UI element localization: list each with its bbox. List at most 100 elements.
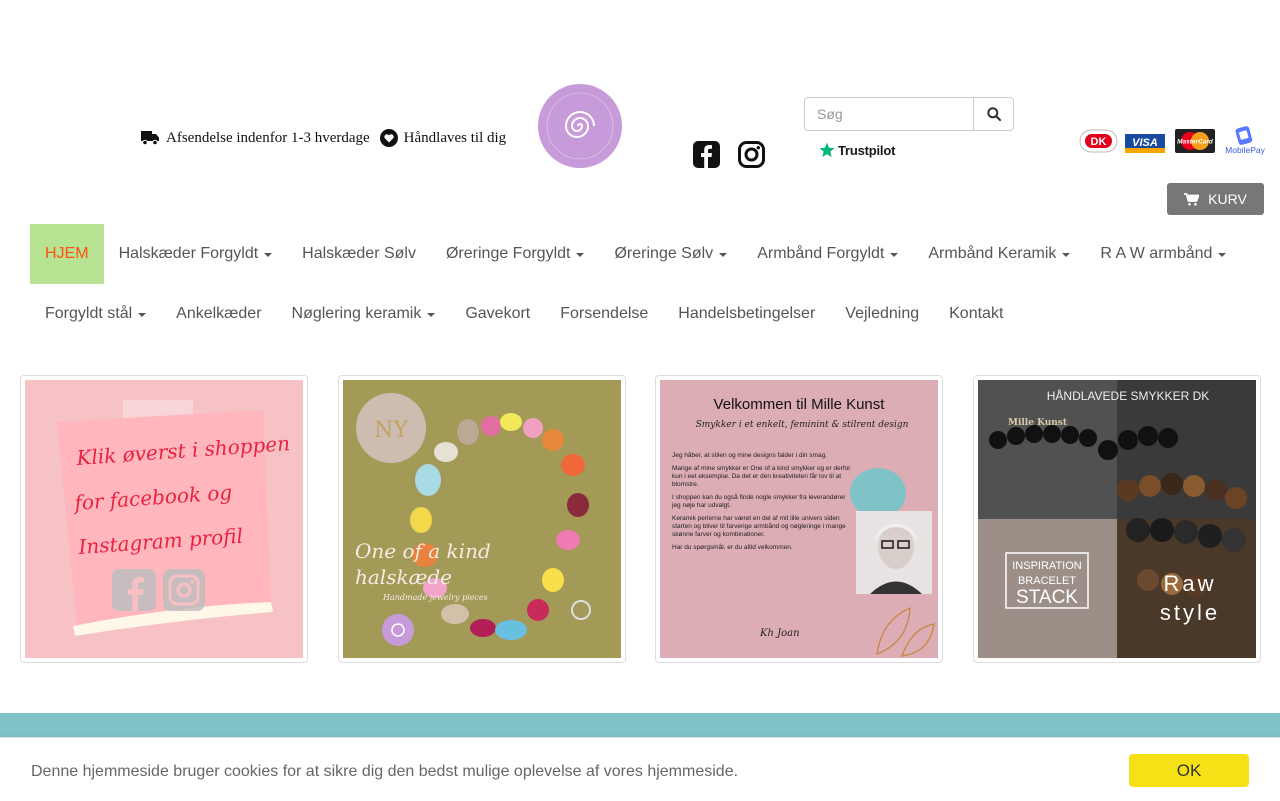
caret-down-icon xyxy=(890,253,899,257)
visa-text: VISA xyxy=(1132,137,1158,149)
dankort-icon: DK xyxy=(1079,129,1118,153)
welcome-title: Velkommen til Mille Kunst xyxy=(713,396,885,413)
facebook-icon[interactable] xyxy=(693,141,720,168)
facebook-icon xyxy=(112,569,156,611)
mastercard-text: MasterCard xyxy=(1177,139,1214,146)
nav-label: Halskæder Sølv xyxy=(302,245,416,262)
payment-methods: DK VISA MasterCard MobilePay xyxy=(1079,126,1271,156)
cookie-banner: Denne hjemmeside bruger cookies for at s… xyxy=(0,737,1280,801)
instagram-icon xyxy=(163,569,205,611)
nav-label: R A W armbånd xyxy=(1100,245,1213,262)
heart-icon xyxy=(379,129,398,147)
nav-label: Forgyldt stål xyxy=(45,305,133,322)
bracelet-photo: INSPIRATION BRACELET STACK Raw style HÅN… xyxy=(978,380,1256,658)
cookie-text: Denne hjemmeside bruger cookies for at s… xyxy=(31,763,739,780)
handmade-text: Håndlaves til dig xyxy=(403,129,507,146)
search-input[interactable] xyxy=(804,97,974,131)
dankort-text: DK xyxy=(1091,136,1107,148)
nav-label: Handelsbetingelser xyxy=(678,305,816,322)
nav-label: Armbånd Keramik xyxy=(928,245,1057,262)
nav-item-gavekort[interactable]: Gavekort xyxy=(450,284,545,344)
tile-image: INSPIRATION BRACELET STACK Raw style HÅN… xyxy=(978,380,1256,658)
nav-item-hjem[interactable]: HJEM xyxy=(30,224,104,284)
welcome-paragraph: I shoppen kan du også finde nogle smykke… xyxy=(672,494,846,509)
mobilepay-text: MobilePay xyxy=(1225,145,1265,155)
inspiration-text: INSPIRATION xyxy=(1012,560,1082,572)
search-button[interactable] xyxy=(974,97,1014,131)
one-of-a-kind-line-2: halskæde xyxy=(355,565,452,589)
promo-tile-welcome[interactable]: Velkommen til Mille Kunst Smykker i et e… xyxy=(655,375,943,663)
welcome-subtitle: Smykker i et enkelt, feminint & stilrent… xyxy=(695,420,909,430)
nav-label: HJEM xyxy=(45,245,89,262)
logo-graphic xyxy=(538,84,622,168)
main-nav-row-1: HJEM Halskæder Forgyldt Halskæder Sølv Ø… xyxy=(30,224,1241,284)
site-logo[interactable] xyxy=(538,84,622,168)
nav-item-forgyldt-stal[interactable]: Forgyldt stål xyxy=(30,284,161,344)
trustpilot-widget[interactable]: Trustpilot xyxy=(819,142,895,158)
nav-item-armband-keramik[interactable]: Armbånd Keramik xyxy=(913,224,1085,284)
nav-item-armband-forgyldt[interactable]: Armbånd Forgyldt xyxy=(742,224,913,284)
nav-label: Armbånd Forgyldt xyxy=(757,245,885,262)
welcome-paragraph: Har du spørgsmål, er du altid velkommen. xyxy=(672,544,793,551)
handmade-info: Håndlaves til dig xyxy=(379,129,507,147)
nav-item-halskaeder-solv[interactable]: Halskæder Sølv xyxy=(287,224,431,284)
nav-item-kontakt[interactable]: Kontakt xyxy=(934,284,1018,344)
cart-label: KURV xyxy=(1208,191,1247,207)
nav-item-oreringe-solv[interactable]: Øreringe Sølv xyxy=(599,224,742,284)
welcome-paragraph: Keramik perlerne har været en del af mit… xyxy=(672,515,846,538)
mastercard-icon: MasterCard xyxy=(1175,129,1215,153)
welcome-paragraph: Mange af mine smykker er One of a kind s… xyxy=(672,465,851,488)
signature: Kh Joan xyxy=(760,628,800,639)
nav-item-halskaeder-forgyldt[interactable]: Halskæder Forgyldt xyxy=(104,224,288,284)
nav-label: Kontakt xyxy=(949,305,1004,322)
nav-label: Vejledning xyxy=(845,305,920,322)
social-promo-image: Klik øverst i shoppen for facebook og In… xyxy=(25,380,303,658)
caret-down-icon xyxy=(1062,253,1071,257)
promo-tile-necklace[interactable]: NY One of a kind halskæde Handmade jewel… xyxy=(338,375,626,663)
one-of-a-kind-line-1: One of a kind xyxy=(355,539,491,563)
welcome-body: Jeg håber, at stilen og mine designs fal… xyxy=(672,452,852,557)
main-nav-row-2: Forgyldt stål Ankelkæder Nøglering keram… xyxy=(30,284,1018,344)
stack-text: STACK xyxy=(1016,587,1078,608)
nav-item-oreringe-forgyldt[interactable]: Øreringe Forgyldt xyxy=(431,224,600,284)
tile-image: Klik øverst i shoppen for facebook og In… xyxy=(25,380,303,658)
mobilepay-icon: MobilePay xyxy=(1225,126,1266,155)
promo-tile-raw-style[interactable]: INSPIRATION BRACELET STACK Raw style HÅN… xyxy=(973,375,1261,663)
handlavede-text: HÅNDLAVEDE SMYKKER DK xyxy=(1047,388,1210,403)
necklace-image: NY One of a kind halskæde Handmade jewel… xyxy=(343,380,621,658)
cookie-ok-button[interactable]: OK xyxy=(1129,754,1249,787)
tile-image: NY One of a kind halskæde Handmade jewel… xyxy=(343,380,621,658)
shipping-info: Afsendelse indenfor 1-3 hverdage xyxy=(141,130,370,147)
shipping-text: Afsendelse indenfor 1-3 hverdage xyxy=(166,129,370,146)
portrait-photo xyxy=(856,511,932,594)
nav-label: Halskæder Forgyldt xyxy=(118,245,259,262)
nav-label: Øreringe Forgyldt xyxy=(445,245,571,262)
welcome-paragraph: Jeg håber, at stilen og mine designs fal… xyxy=(672,452,828,459)
caret-down-icon xyxy=(576,253,585,257)
visa-icon: VISA xyxy=(1125,129,1165,153)
raw-text: Raw xyxy=(1163,571,1216,596)
tile-image: Velkommen til Mille Kunst Smykker i et e… xyxy=(660,380,938,658)
nav-item-forsendelse[interactable]: Forsendelse xyxy=(545,284,663,344)
nav-label: Ankelkæder xyxy=(176,305,262,322)
star-icon xyxy=(819,142,835,157)
handmade-subtitle: Handmade jewelry pieces xyxy=(382,593,488,602)
promo-tile-social[interactable]: Klik øverst i shoppen for facebook og In… xyxy=(20,375,308,663)
style-text: style xyxy=(1160,600,1220,625)
caret-down-icon xyxy=(427,313,436,317)
caret-down-icon xyxy=(138,313,147,317)
search-form xyxy=(804,97,1014,131)
cart-icon xyxy=(1184,192,1200,206)
nav-item-ankelkaeder[interactable]: Ankelkæder xyxy=(161,284,276,344)
nav-label: Forsendelse xyxy=(560,305,649,322)
nav-item-noglering-keramik[interactable]: Nøglering keramik xyxy=(277,284,451,344)
social-links xyxy=(693,141,783,168)
bracelet-brand-text: Mille Kunst xyxy=(1008,418,1068,428)
nav-item-vejledning[interactable]: Vejledning xyxy=(830,284,934,344)
leaf-decoration xyxy=(876,607,935,657)
nav-item-raw-armband[interactable]: R A W armbånd xyxy=(1085,224,1241,284)
nav-item-handelsbetingelser[interactable]: Handelsbetingelser xyxy=(663,284,830,344)
instagram-icon[interactable] xyxy=(738,141,765,168)
cart-button[interactable]: KURV xyxy=(1167,183,1264,215)
caret-down-icon xyxy=(719,253,728,257)
